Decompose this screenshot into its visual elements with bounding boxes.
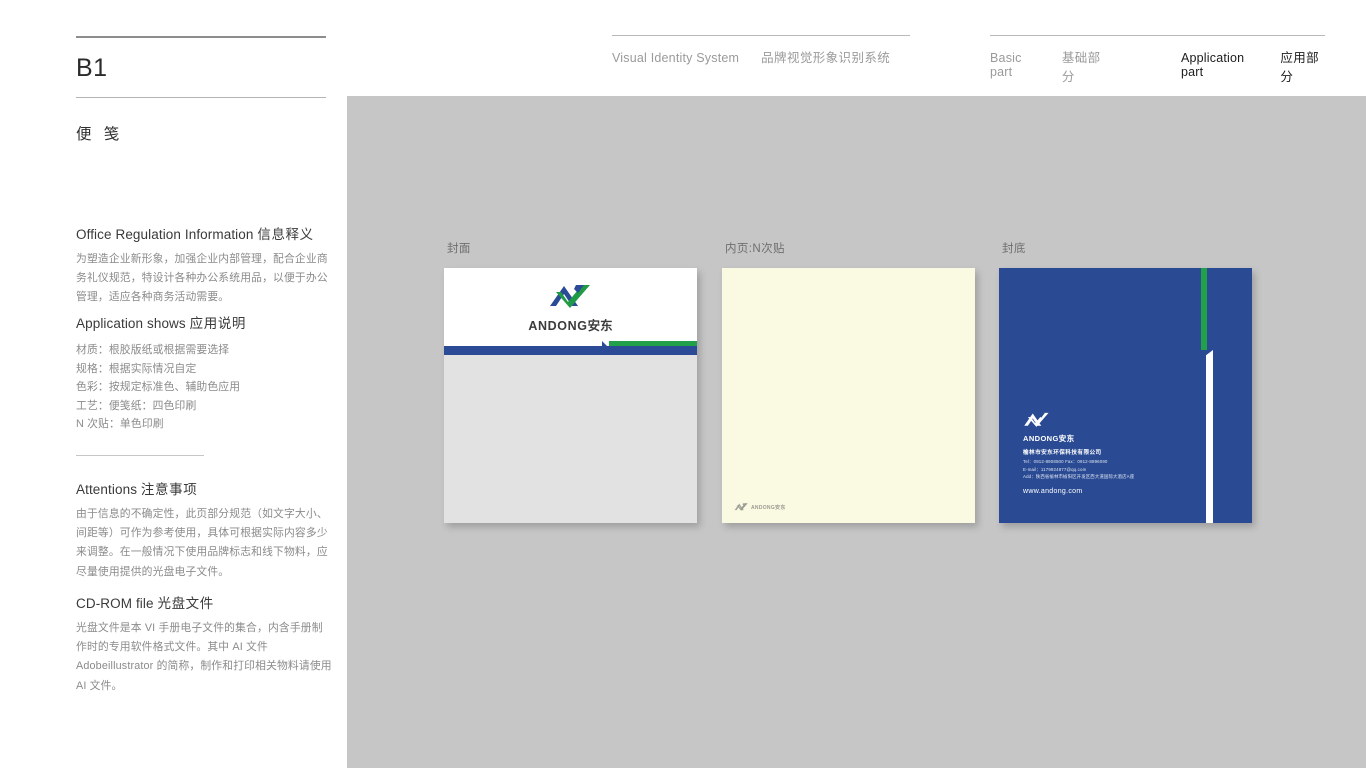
spec-item: 工艺：便笺纸：四色印刷 — [76, 399, 197, 412]
spec-item: 规格：根据实际情况自定 — [76, 362, 197, 375]
cover-logo-en: ANDONG — [528, 319, 588, 333]
header-vis-group: Visual Identity System 品牌视觉形象识别系统 — [612, 35, 910, 66]
section-office-heading-cn: 信息释义 — [257, 227, 314, 242]
header-application-part-cn[interactable]: 应用部分 — [1280, 47, 1325, 85]
label-cover: 封面 — [447, 243, 471, 255]
back-tel-fax: Tel：0912-8908500 Fax：0912-8896090 — [1023, 458, 1108, 464]
section-attentions: Attentions 注意事项 由于信息的不确定性，此页部分规范（如文字大小、间… — [76, 478, 330, 582]
header-part-row: Basic part 基础部分 Application part 应用部分 — [990, 36, 1325, 85]
section-cdrom-heading-en: CD-ROM file — [76, 596, 154, 611]
back-email: E-mail：1179924877@qq.com — [1023, 466, 1087, 472]
section-divider — [76, 455, 204, 456]
back-url-text: www.andong.com — [1023, 488, 1083, 496]
section-application-shows: Application shows 应用说明 材质：根胶版纸或根据需要选择 规格… — [76, 312, 328, 434]
section-cdrom-heading-cn: 光盘文件 — [157, 596, 214, 611]
header-vis-row: Visual Identity System 品牌视觉形象识别系统 — [612, 36, 910, 66]
mockup-inner-page-card[interactable]: ANDONG安东 — [722, 268, 975, 523]
back-address: Add：陕西省榆林市榆阳区开发区西大道国际大酒店A座 — [1023, 474, 1135, 480]
header-basic-part-en[interactable]: Basic part — [990, 51, 1040, 79]
back-company-name: 榆林市安东环保科技有限公司 — [1023, 450, 1102, 456]
mockup-cover-card[interactable]: ANDONG安东 www.andong.com — [444, 268, 697, 523]
section-application-heading-cn: 应用说明 — [189, 316, 247, 331]
header-vis-cn: 品牌视觉形象识别系统 — [761, 51, 891, 65]
cover-blue-bar — [444, 346, 697, 355]
inner-page-logo-text: ANDONG安东 — [751, 504, 786, 511]
andong-mark-icon — [734, 498, 749, 516]
label-inner-page: 内页:N次贴 — [725, 243, 785, 255]
back-cover-logo-wordmark: ANDONG安东 — [1023, 433, 1075, 444]
section-office-heading: Office Regulation Information 信息释义 — [76, 223, 328, 243]
section-cdrom-heading: CD-ROM file 光盘文件 — [76, 592, 332, 612]
cover-logo-wordmark: ANDONG安东 — [528, 315, 612, 334]
page-code: B1 — [76, 54, 108, 82]
left-title-block: B1 便 笺 — [76, 36, 326, 144]
header-basic-part-cn[interactable]: 基础部分 — [1062, 47, 1107, 85]
spec-list: 材质：根胶版纸或根据需要选择 规格：根据实际情况自定 色彩：按规定标准色、辅助色… — [76, 341, 328, 434]
cover-logo: ANDONG安东 — [444, 282, 697, 334]
spec-item: 色彩：按规定标准色、辅助色应用 — [76, 381, 241, 394]
cover-logo-cn: 安东 — [587, 319, 613, 333]
inner-page-logo: ANDONG安东 — [734, 498, 786, 516]
section-office-heading-en: Office Regulation Information — [76, 227, 254, 242]
section-attentions-heading-cn: 注意事项 — [140, 482, 198, 497]
section-application-heading-en: Application shows — [76, 316, 186, 331]
back-green-stripe — [1201, 268, 1207, 351]
header-part-group: Basic part 基础部分 Application part 应用部分 — [990, 35, 1325, 85]
page-title: 便 笺 — [76, 126, 124, 143]
back-cover-logo: ANDONG安东 — [1023, 411, 1075, 444]
back-stripe-notch — [1201, 350, 1213, 359]
label-back-cover: 封底 — [1002, 243, 1026, 255]
spec-item: 材质：根胶版纸或根据需要选择 — [76, 344, 230, 356]
cover-bar-notch — [602, 341, 616, 355]
header-vis-en: Visual Identity System — [612, 51, 740, 65]
section-attentions-heading-en: Attentions — [76, 482, 138, 497]
back-white-stripe — [1206, 350, 1213, 523]
section-cdrom-file: CD-ROM file 光盘文件 光盘文件是本 VI 手册电子文件的集合，内含手… — [76, 592, 332, 696]
back-logo-en: ANDONG — [1023, 434, 1059, 443]
mockup-back-cover-card[interactable]: ANDONG安东 榆林市安东环保科技有限公司 Tel：0912-8908500 … — [999, 268, 1252, 523]
andong-mark-icon — [548, 282, 594, 313]
section-office-body: 为塑造企业新形象，加强企业内部管理，配合企业商务礼仪规范，特设计各种办公系统用品… — [76, 253, 328, 304]
header-application-part-en[interactable]: Application part — [1181, 51, 1258, 79]
section-office-regulation: Office Regulation Information 信息释义 为塑造企业… — [76, 223, 328, 308]
section-attentions-body: 由于信息的不确定性，此页部分规范（如文字大小、间距等）可作为参考使用，具体可根据… — [76, 508, 328, 578]
spec-item: N 次贴：单色印刷 — [76, 418, 164, 431]
section-application-heading: Application shows 应用说明 — [76, 312, 328, 332]
back-logo-cn: 安东 — [1058, 434, 1075, 443]
andong-mark-icon — [1023, 411, 1051, 432]
section-cdrom-body: 光盘文件是本 VI 手册电子文件的集合，内含手册制作时的专用软件格式文件。其中 … — [76, 622, 332, 692]
back-cover-contact-block: 榆林市安东环保科技有限公司 Tel：0912-8908500 Fax：0912-… — [1023, 449, 1213, 495]
section-attentions-heading: Attentions 注意事项 — [76, 478, 330, 498]
